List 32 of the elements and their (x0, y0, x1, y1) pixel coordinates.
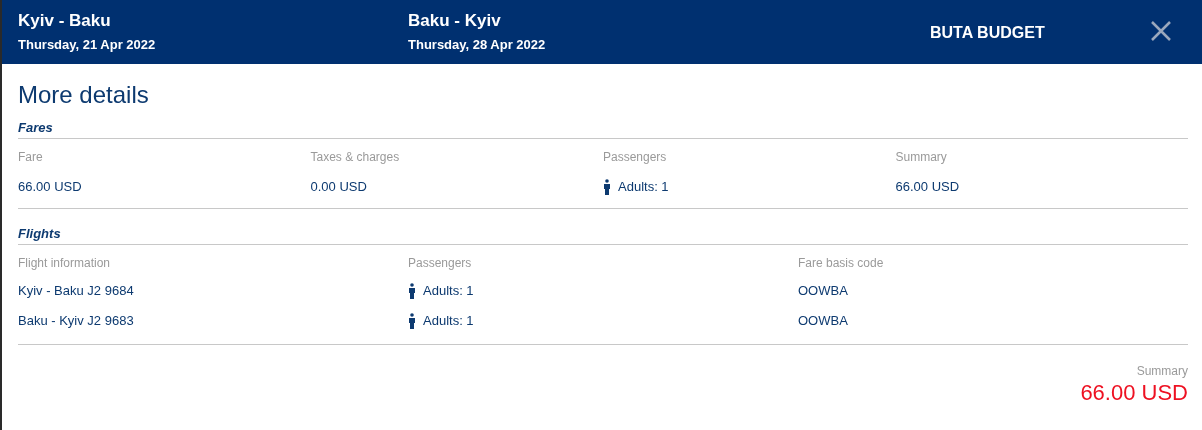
flight-date: Thursday, 28 Apr 2022 (408, 36, 547, 54)
fare-basis-code: OOWBA (798, 312, 849, 330)
close-icon (1150, 20, 1172, 42)
price-value: 0.00 USD (310, 178, 368, 196)
summary-label: Summary (1136, 363, 1188, 379)
total-price: 66.00 USD (1080, 379, 1188, 407)
flight-date: Thursday, 21 Apr 2022 (18, 36, 157, 54)
route-title: Baku - Kyiv (408, 10, 502, 32)
price-value: 66.00 USD (895, 178, 961, 196)
section-heading: Flights (18, 225, 1188, 245)
close-button[interactable] (1150, 20, 1172, 42)
person-icon (408, 283, 416, 299)
fare-name: BUTA BUDGET (930, 23, 1046, 43)
column-label: Summary (895, 149, 948, 165)
passenger-count: Adults: 1 (423, 282, 474, 301)
price-value: 66.00 USD (18, 178, 83, 196)
column-label: Fare (18, 149, 44, 165)
column-label: Taxes & charges (310, 149, 401, 165)
person-icon (408, 313, 416, 329)
section-heading: Fares (18, 119, 1188, 139)
column-label: Fare basis code (798, 255, 885, 271)
flight-info: Kyiv - Baku J2 9684 (18, 282, 135, 300)
column-label: Flight information (18, 255, 112, 271)
person-icon (603, 179, 611, 195)
page-title: More details (18, 81, 150, 109)
passenger-count: Adults: 1 (423, 312, 474, 331)
flight-info: Baku - Kyiv J2 9683 (18, 312, 135, 330)
column-label: Passengers (603, 149, 668, 165)
route-title: Kyiv - Baku (18, 10, 112, 32)
passenger-count: Adults: 1 (618, 178, 669, 197)
column-label: Passengers (408, 255, 473, 271)
fare-basis-code: OOWBA (798, 282, 849, 300)
